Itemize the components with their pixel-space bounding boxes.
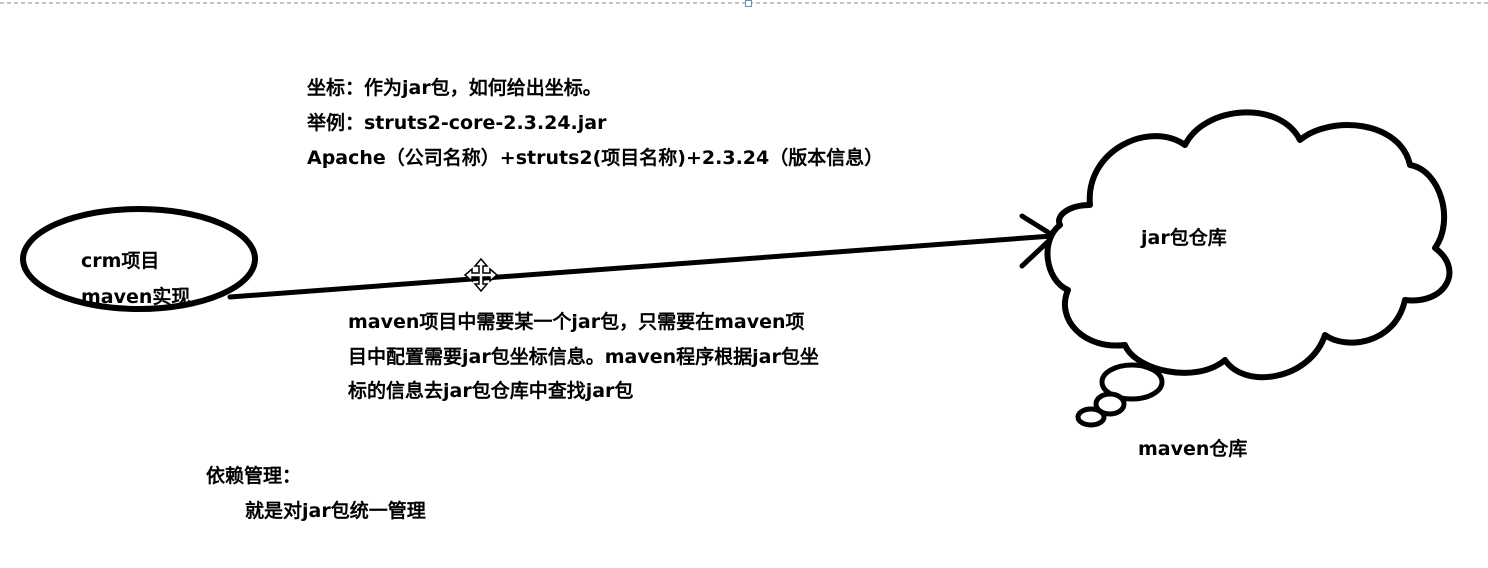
explanation-line-1: maven项目中需要某一个jar包，只需要在maven项 bbox=[348, 311, 805, 333]
coordinate-definition: 坐标：作为jar包，如何给出坐标。 bbox=[307, 77, 602, 99]
repository-cloud bbox=[1044, 109, 1453, 381]
dependency-arrow-line bbox=[227, 233, 1055, 300]
coordinate-example: 举例：struts2-core-2.3.24.jar bbox=[307, 112, 607, 134]
project-sublabel: maven实现 bbox=[81, 286, 191, 308]
diagram-canvas: 坐标：作为jar包，如何给出坐标。 举例：struts2-core-2.3.24… bbox=[0, 0, 1488, 568]
explanation-line-3: 标的信息去jar包仓库中查找jar包 bbox=[348, 380, 634, 402]
coordinate-breakdown: Apache（公司名称）+struts2(项目名称)+2.3.24（版本信息） bbox=[307, 147, 884, 169]
dependency-title: 依赖管理： bbox=[206, 465, 302, 487]
project-label: crm项目 bbox=[81, 250, 160, 272]
repository-caption: maven仓库 bbox=[1138, 438, 1248, 460]
move-cursor-icon bbox=[463, 257, 499, 293]
repository-inner-label: jar包仓库 bbox=[1141, 227, 1227, 249]
thought-bubble-small bbox=[1075, 406, 1107, 428]
explanation-line-2: 目中配置需要jar包坐标信息。maven程序根据jar包坐 bbox=[348, 346, 819, 368]
dependency-detail: 就是对jar包统一管理 bbox=[245, 500, 426, 522]
selection-handle[interactable] bbox=[745, 0, 752, 7]
